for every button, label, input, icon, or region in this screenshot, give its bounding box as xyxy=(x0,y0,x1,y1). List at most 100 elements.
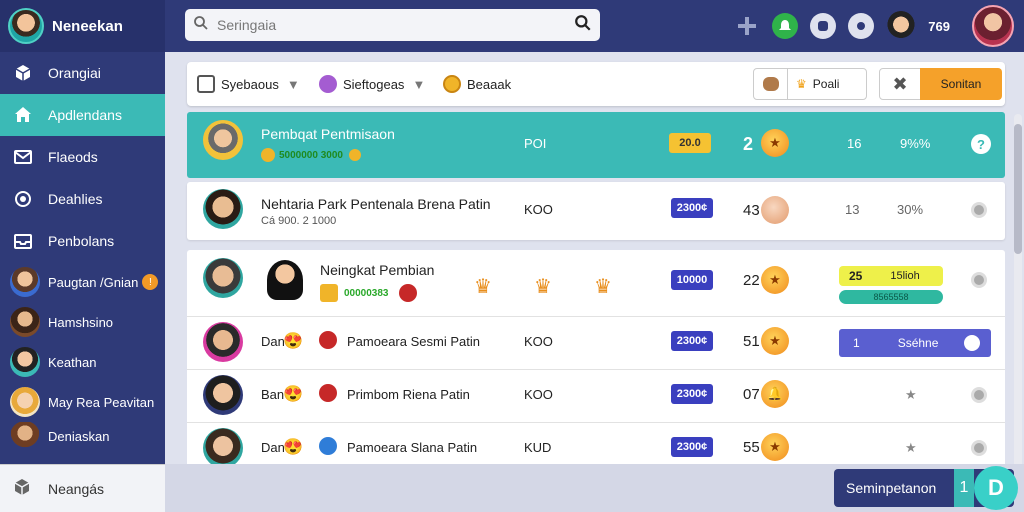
sidebar-item-deahlies[interactable]: Deahlies xyxy=(0,178,165,220)
medal-icon: ★ xyxy=(761,266,789,294)
status-dot[interactable] xyxy=(971,202,987,218)
main-content: Syebaous ▼ Sieftogeas ▼ Beaaak ♛ Poali ✖… xyxy=(165,52,1024,512)
coin-icon xyxy=(348,149,361,161)
avatar xyxy=(10,267,40,297)
row-count: 16 xyxy=(847,136,862,151)
score-pill: 2300¢ xyxy=(671,331,713,351)
row-short: Dan xyxy=(261,440,285,455)
search-input[interactable] xyxy=(217,17,574,33)
notification-icon[interactable] xyxy=(772,13,799,39)
emoji-icon: 😍 xyxy=(283,439,303,456)
chevron-down-icon: ▼ xyxy=(412,76,426,92)
medal-icon: 🔔 xyxy=(761,380,789,408)
sidebar-item-label: Flaeods xyxy=(48,149,98,165)
search-box[interactable] xyxy=(185,9,600,41)
table-row[interactable]: Neingkat Pembian 00000383 ♛ ♛ ♛ 10000 22… xyxy=(187,250,1005,316)
status-dot[interactable] xyxy=(971,387,987,403)
sidebar-user-deniaskan[interactable]: Deniaskan xyxy=(0,422,165,450)
filter-label: Sieftogeas xyxy=(343,76,405,92)
table-row[interactable]: Ban 😍 Primbom Riena Patin KOO 2300¢ 07 🔔… xyxy=(187,370,1005,422)
progress-tag[interactable]: 1 Sséhne xyxy=(839,329,991,357)
bottom-action-count: 1 xyxy=(954,469,974,507)
badge-icon xyxy=(320,284,338,302)
sidebar-item-orangiai[interactable]: Orangiai xyxy=(0,52,165,94)
sidebar-item-penbolans[interactable]: Penbolans xyxy=(0,220,165,262)
table-row[interactable]: Dan 😍 Pamoeara Sesmi Patin KOO 2300¢ 51 … xyxy=(187,317,1005,369)
search-icon xyxy=(193,15,209,36)
sidebar-bottom-item[interactable]: Neangás xyxy=(0,464,165,512)
sidebar-item-flaeods[interactable]: Flaeods xyxy=(0,136,165,178)
row-sub: 00000383 xyxy=(344,287,389,299)
bag-icon xyxy=(754,69,788,99)
row-name: Nehtaria Park Pentenala Brena Patin xyxy=(261,196,491,212)
sidebar-user-label: Keathan xyxy=(48,354,97,370)
game-icon xyxy=(319,75,337,93)
scrollbar-thumb[interactable] xyxy=(1014,124,1022,254)
sidebar-item-label: Deahlies xyxy=(48,191,103,207)
brand[interactable]: Neneekan xyxy=(0,0,165,52)
sidebar: Neneekan Orangiai Apdlendans Flaeods Dea… xyxy=(0,0,165,512)
row-col1: KOO xyxy=(524,334,553,349)
scrollbar[interactable] xyxy=(1014,114,1022,512)
tools-icon: ✖ xyxy=(892,73,908,94)
row-sub: Cá 900. 2 1000 xyxy=(261,215,337,227)
star-icon[interactable]: ★ xyxy=(905,440,917,456)
row-sub: 5000000 3000 xyxy=(279,149,343,161)
table-row[interactable]: Nehtaria Park Pentenala Brena Patin Cá 9… xyxy=(187,182,1005,240)
sidebar-user-hamshsino[interactable]: Hamshsino xyxy=(0,302,165,342)
tag-value: 8565558 xyxy=(873,292,909,302)
sidebar-user-paugtan[interactable]: Paugtan /Gnian ! xyxy=(0,262,165,302)
row-name: Pamoeara Sesmi Patin xyxy=(347,334,480,349)
pool-button[interactable]: ♛ Poali xyxy=(753,68,867,100)
chat-icon[interactable] xyxy=(810,13,837,39)
filter-dropdown-2[interactable]: Sieftogeas ▼ xyxy=(319,62,425,106)
bottom-action-label: Seminpetanon xyxy=(846,480,937,496)
row-short: Ban xyxy=(261,387,285,402)
tools-button[interactable]: ✖ xyxy=(879,68,921,100)
bottom-action-chip[interactable]: D xyxy=(974,466,1018,510)
row-rank: 55 xyxy=(743,439,760,456)
help-icon[interactable]: ? xyxy=(971,134,991,154)
row-percent: 9%% xyxy=(900,136,931,151)
score-pill: 2300¢ xyxy=(671,198,713,218)
settings-icon[interactable] xyxy=(848,13,875,39)
shield-icon xyxy=(319,384,337,402)
sidebar-user-label: May Rea Peavitan xyxy=(48,394,155,410)
arrow-icon xyxy=(319,437,337,455)
row-percent: 30% xyxy=(897,202,924,217)
user-avatar[interactable] xyxy=(972,5,1014,47)
sidebar-item-apdlendans[interactable]: Apdlendans xyxy=(0,94,165,136)
filter-dropdown-1[interactable]: Syebaous ▼ xyxy=(197,62,300,106)
row-name: Pamoeara Slana Patin xyxy=(347,440,478,455)
add-icon[interactable] xyxy=(734,13,760,39)
score-pill: 10000 xyxy=(671,270,713,290)
row-name: Pembqat Pentmisaon xyxy=(261,126,395,142)
avatar xyxy=(203,189,243,229)
sidebar-user-label: Paugtan /Gnian xyxy=(48,274,139,290)
coin-icon xyxy=(443,75,461,93)
row-short: Dan xyxy=(261,334,285,349)
sidebar-user-keathan[interactable]: Keathan xyxy=(0,342,165,382)
notification-badge: ! xyxy=(142,274,159,290)
trophy-icon: ♛ xyxy=(594,276,612,298)
top-icons: 769 xyxy=(728,0,1024,52)
status-dot[interactable] xyxy=(971,440,987,456)
filter-label: Beaaak xyxy=(467,76,512,92)
table-row[interactable]: Dan 😍 Pamoeara Slana Patin KUD 2300¢ 55 … xyxy=(187,423,1005,464)
score-pill: 2300¢ xyxy=(671,437,713,457)
primary-action-button[interactable]: Sonitan xyxy=(920,68,1002,100)
toggle-icon[interactable] xyxy=(964,335,981,351)
table-row[interactable]: Pembqat Pentmisaon 5000000 3000 POI 20.0… xyxy=(187,112,1005,178)
star-icon[interactable]: ★ xyxy=(905,387,917,403)
filter-toolbar: Syebaous ▼ Sieftogeas ▼ Beaaak ♛ Poali ✖… xyxy=(187,62,1005,106)
filter-coin[interactable]: Beaaak xyxy=(443,62,511,106)
avatar xyxy=(203,322,243,362)
avatar xyxy=(203,428,243,464)
sidebar-user-may-rea[interactable]: May Rea Peavitan xyxy=(0,382,165,422)
status-dot[interactable] xyxy=(971,272,987,288)
box-icon xyxy=(12,477,32,500)
avatar xyxy=(203,120,243,160)
player-avatar-icon[interactable] xyxy=(886,11,917,41)
search-submit-icon[interactable] xyxy=(574,14,592,37)
bottom-action-button[interactable]: Seminpetanon 1 D xyxy=(834,466,1018,510)
